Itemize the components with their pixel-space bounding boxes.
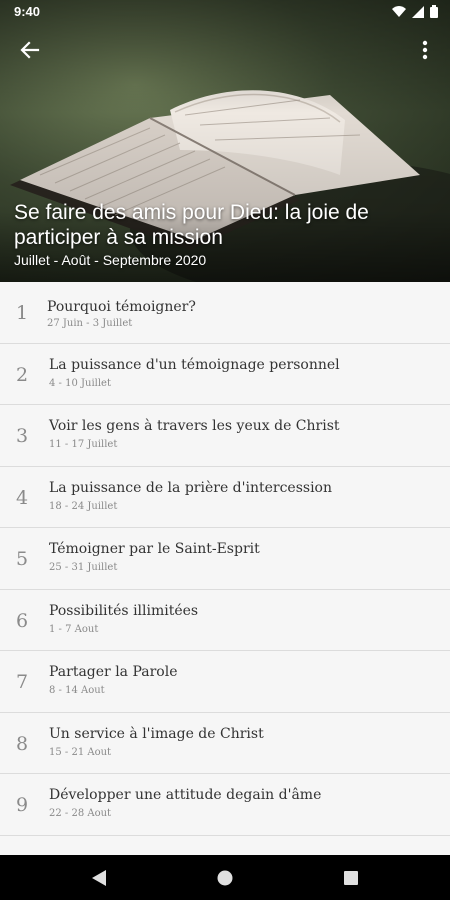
lesson-date: 15 - 21 Aout [49, 746, 112, 758]
lesson-row-1[interactable]: 1 Pourquoi témoigner? 27 Juin - 3 Juille… [0, 282, 450, 344]
lesson-date: 1 - 7 Aout [49, 623, 99, 635]
lesson-row-7[interactable]: 7 Partager la Parole 8 - 14 Aout [0, 651, 450, 713]
more-options-button[interactable] [405, 30, 445, 70]
lesson-title: Témoigner par le Saint-Esprit [49, 541, 260, 557]
wifi-icon [392, 5, 406, 17]
status-time: 9:40 [14, 4, 41, 19]
nav-recents-button[interactable] [336, 865, 366, 890]
lesson-row-6[interactable]: 6 Possibilités illimitées 1 - 7 Aout [0, 590, 450, 651]
more-vert-icon [422, 40, 428, 60]
status-bar: 9:40 [0, 0, 450, 24]
signal-icon [412, 5, 424, 18]
lesson-date: 22 - 28 Aout [49, 808, 112, 819]
nav-recents-icon [344, 870, 358, 885]
lesson-number: 4 [16, 486, 29, 509]
lesson-date: 25 - 31 Juillet [49, 562, 118, 573]
lesson-number: 2 [16, 363, 29, 386]
lesson-date: 11 - 17 Juillet [49, 439, 118, 450]
nav-back-icon [92, 869, 106, 886]
lesson-title: La puissance d'un témoignage personnel [49, 356, 340, 373]
header-banner: 9:40 Se faire des amis pour Dieu: la joi… [0, 0, 450, 282]
system-navigation-bar [0, 855, 450, 900]
lesson-date: 27 Juin - 3 Juillet [47, 318, 133, 329]
quarterly-dates: Juillet - Août - Septembre 2020 [14, 252, 207, 268]
lesson-title: Pourquoi témoigner? [47, 299, 196, 315]
lesson-row-4[interactable]: 4 La puissance de la prière d'intercessi… [0, 467, 450, 528]
lesson-title: Un service à l'image de Christ [49, 725, 264, 742]
lesson-title: Voir les gens à travers les yeux de Chri… [49, 418, 340, 434]
lesson-title: La puissance de la prière d'intercession [49, 479, 333, 496]
lesson-list: 1 Pourquoi témoigner? 27 Juin - 3 Juille… [0, 282, 450, 855]
back-arrow-icon [20, 41, 40, 59]
nav-back-button[interactable] [84, 865, 114, 890]
lesson-title: Développer une attitude degain d'âme [49, 787, 322, 803]
nav-home-icon [217, 870, 233, 885]
lesson-number: 7 [16, 671, 29, 693]
lesson-row-5[interactable]: 5 Témoigner par le Saint-Esprit 25 - 31 … [0, 528, 450, 590]
lesson-number: 3 [16, 425, 29, 447]
lesson-row-3[interactable]: 3 Voir les gens à travers les yeux de Ch… [0, 405, 450, 467]
lesson-number: 1 [16, 302, 29, 324]
lesson-number: 9 [16, 794, 29, 816]
lesson-number: 8 [16, 732, 29, 755]
lesson-date: 18 - 24 Juillet [49, 500, 118, 512]
quarterly-title: Se faire des amis pour Dieu: la joie de … [14, 201, 369, 249]
lesson-row-9[interactable]: 9 Développer une attitude degain d'âme 2… [0, 774, 450, 836]
lesson-date: 8 - 14 Aout [49, 685, 105, 696]
lesson-date: 4 - 10 Juillet [49, 377, 111, 389]
battery-icon [430, 5, 438, 18]
back-button[interactable] [10, 30, 50, 70]
lesson-number: 5 [16, 548, 29, 570]
lesson-number: 6 [16, 609, 29, 632]
lesson-row-8[interactable]: 8 Un service à l'image de Christ 15 - 21… [0, 713, 450, 774]
nav-home-button[interactable] [210, 865, 240, 890]
lesson-title: Partager la Parole [49, 664, 178, 680]
lesson-row-2[interactable]: 2 La puissance d'un témoignage personnel… [0, 344, 450, 405]
lesson-title: Possibilités illimitées [49, 602, 199, 619]
